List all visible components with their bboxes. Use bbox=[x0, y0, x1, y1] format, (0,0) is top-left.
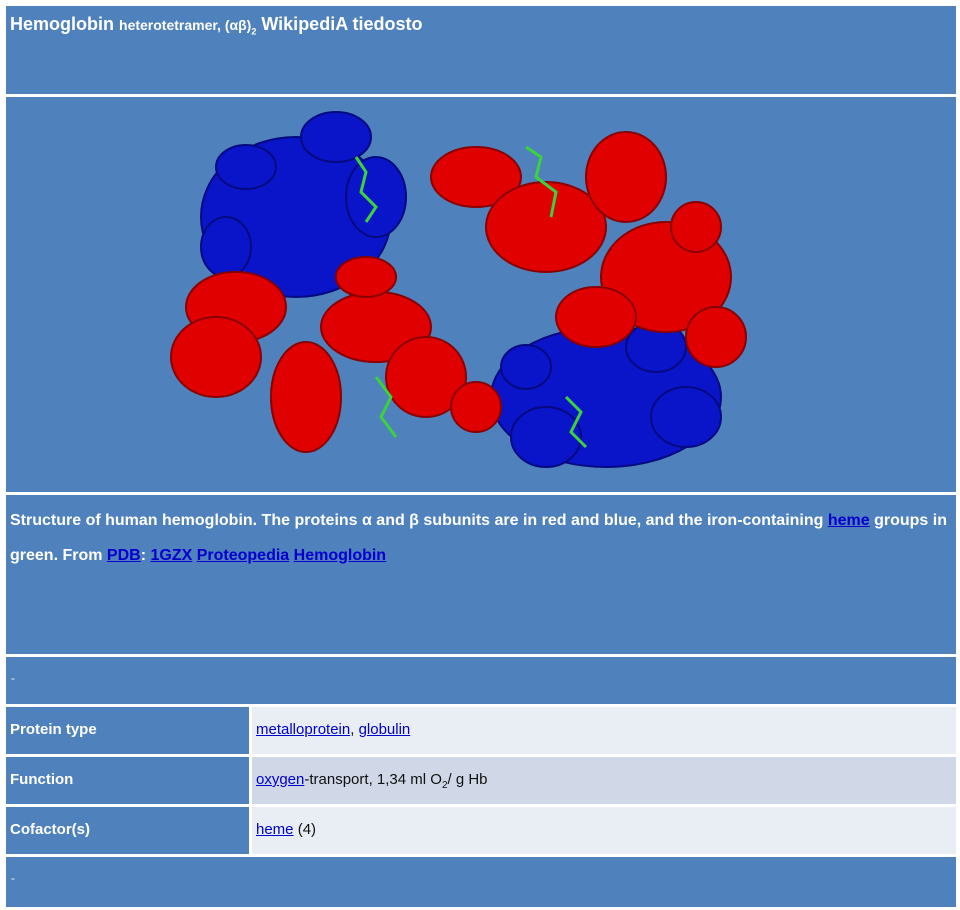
function-value: oxygen-transport, 1,34 ml O2/ g Hb bbox=[252, 757, 956, 804]
protein-type-value: metalloprotein, globulin bbox=[252, 707, 956, 754]
divider-row-1: - bbox=[6, 657, 956, 707]
caption-sep: : bbox=[140, 547, 151, 564]
cofactor-value: heme (4) bbox=[252, 807, 956, 854]
hemoglobin-structure-svg bbox=[170, 111, 747, 468]
infobox-title: Hemoglobin heterotetramer, (αβ)2 Wikiped… bbox=[6, 6, 956, 97]
function-label: Function bbox=[6, 757, 252, 804]
heme-link[interactable]: heme bbox=[828, 512, 870, 529]
divider-row-2: - bbox=[6, 857, 956, 907]
cofactor-row: Cofactor(s) heme (4) bbox=[6, 807, 956, 857]
cofactor-label: Cofactor(s) bbox=[6, 807, 252, 854]
function-text: -transport, 1,34 ml O bbox=[304, 771, 442, 788]
function-row: Function oxygen-transport, 1,34 ml O2/ g… bbox=[6, 757, 956, 807]
title-main: Hemoglobin bbox=[10, 14, 114, 34]
protein-type-row: Protein type metalloprotein, globulin bbox=[6, 707, 956, 757]
function-tail: / g Hb bbox=[447, 771, 488, 788]
oxygen-link[interactable]: oxygen bbox=[256, 771, 304, 788]
protein-structure-image[interactable] bbox=[6, 97, 956, 495]
title-subscript: 2 bbox=[251, 26, 257, 37]
title-small: heterotetramer, (αβ) bbox=[119, 17, 252, 33]
caption-text-1: Structure of human hemoglobin. The prote… bbox=[10, 512, 828, 529]
cofactor-heme-link[interactable]: heme bbox=[256, 821, 294, 838]
image-caption: Structure of human hemoglobin. The prote… bbox=[6, 495, 956, 657]
proteopedia-link[interactable]: Proteopedia bbox=[197, 547, 289, 564]
protein-type-label: Protein type bbox=[6, 707, 252, 754]
infobox-frame: Hemoglobin heterotetramer, (αβ)2 Wikiped… bbox=[6, 6, 956, 907]
hemoglobin-link[interactable]: Hemoglobin bbox=[294, 547, 386, 564]
1gzx-link[interactable]: 1GZX bbox=[150, 547, 192, 564]
globulin-link[interactable]: globulin bbox=[359, 721, 411, 738]
pdb-link[interactable]: PDB bbox=[107, 547, 141, 564]
protein-type-sep: , bbox=[350, 721, 359, 738]
alpha-subunit-right bbox=[430, 131, 747, 368]
title-tail: WikipediA tiedosto bbox=[261, 14, 423, 34]
cofactor-text: (4) bbox=[293, 821, 317, 838]
metalloprotein-link[interactable]: metalloprotein bbox=[256, 721, 350, 738]
